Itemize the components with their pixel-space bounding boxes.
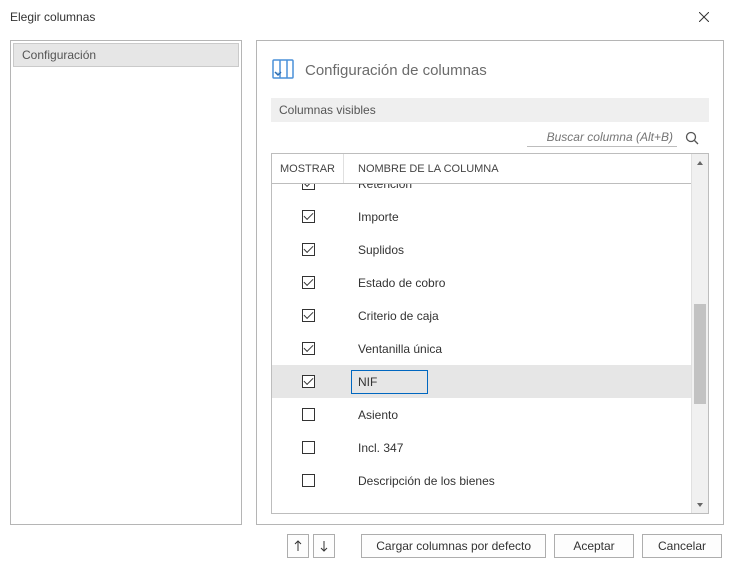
visibility-checkbox[interactable] <box>302 243 315 256</box>
visibility-checkbox[interactable] <box>302 210 315 223</box>
ok-button[interactable]: Aceptar <box>554 534 634 558</box>
col-header-name[interactable]: NOMBRE DE LA COLUMNA <box>344 154 691 183</box>
sidebar-item-configuracion[interactable]: Configuración <box>13 43 239 67</box>
column-name-label: Asiento <box>358 408 398 422</box>
load-defaults-button[interactable]: Cargar columnas por defecto <box>361 534 546 558</box>
cell-show <box>272 474 344 487</box>
reorder-buttons <box>287 534 335 558</box>
search-icon[interactable] <box>683 129 701 147</box>
cell-show <box>272 276 344 289</box>
search-row <box>271 128 709 147</box>
cell-name: NIF <box>344 370 691 394</box>
scroll-thumb[interactable] <box>694 304 706 404</box>
cancel-button[interactable]: Cancelar <box>642 534 722 558</box>
cell-name: Ventanilla única <box>344 342 691 356</box>
table-header: MOSTRAR NOMBRE DE LA COLUMNA <box>272 154 691 184</box>
column-name-label: Descripción de los bienes <box>358 474 495 488</box>
titlebar: Elegir columnas <box>0 0 734 34</box>
search-input[interactable] <box>527 128 677 147</box>
column-name-label: Incl. 347 <box>358 441 403 455</box>
visibility-checkbox[interactable] <box>302 184 315 190</box>
table-row[interactable]: Ventanilla única <box>272 332 691 365</box>
cell-show <box>272 243 344 256</box>
cell-name: Suplidos <box>344 243 691 257</box>
visibility-checkbox[interactable] <box>302 474 315 487</box>
close-icon <box>699 12 709 22</box>
visibility-checkbox[interactable] <box>302 375 315 388</box>
footer: Cargar columnas por defecto Aceptar Canc… <box>0 525 734 567</box>
columns-table: MOSTRAR NOMBRE DE LA COLUMNA Retención Im… <box>271 153 709 514</box>
visibility-checkbox[interactable] <box>302 309 315 322</box>
cell-show <box>272 184 344 200</box>
panel-header: Configuración de columnas <box>271 57 709 84</box>
cell-name: Asiento <box>344 408 691 422</box>
body: Configuración Configuración de columnas … <box>0 34 734 525</box>
table-row[interactable]: NIF <box>272 365 691 398</box>
column-name-label: Criterio de caja <box>358 309 439 323</box>
move-down-button[interactable] <box>313 534 335 558</box>
cell-name: Retención <box>344 184 691 200</box>
cell-name: Importe <box>344 210 691 224</box>
column-name-label: Retención <box>358 184 412 191</box>
cell-show <box>272 408 344 421</box>
cell-name: Incl. 347 <box>344 441 691 455</box>
table-row[interactable]: Incl. 347 <box>272 431 691 464</box>
columns-icon <box>271 57 295 84</box>
cell-name: Estado de cobro <box>344 276 691 290</box>
sidebar-item-label: Configuración <box>22 48 96 62</box>
scroll-up-arrow[interactable] <box>692 154 708 171</box>
cell-show <box>272 210 344 223</box>
table-row[interactable]: Estado de cobro <box>272 266 691 299</box>
window-title: Elegir columnas <box>10 10 684 24</box>
table-row[interactable]: Retención <box>272 184 691 200</box>
column-name-label: Ventanilla única <box>358 342 442 356</box>
visibility-checkbox[interactable] <box>302 276 315 289</box>
dialog-window: Elegir columnas Configuración <box>0 0 734 567</box>
column-name-label: Estado de cobro <box>358 276 445 290</box>
main-panel: Configuración de columnas Columnas visib… <box>256 40 724 525</box>
table-content: MOSTRAR NOMBRE DE LA COLUMNA Retención Im… <box>272 154 691 513</box>
table-row[interactable]: Criterio de caja <box>272 299 691 332</box>
table-row[interactable]: Descripción de los bienes <box>272 464 691 497</box>
cell-show <box>272 441 344 454</box>
column-name-label: NIF <box>351 370 428 394</box>
table-row[interactable]: Importe <box>272 200 691 233</box>
cell-show <box>272 375 344 388</box>
arrow-up-icon <box>294 540 302 552</box>
visibility-checkbox[interactable] <box>302 342 315 355</box>
table-body: Retención Importe Suplidos Estado de cobro C… <box>272 184 691 513</box>
col-header-show[interactable]: MOSTRAR <box>272 154 344 183</box>
visibility-checkbox[interactable] <box>302 408 315 421</box>
column-name-label: Importe <box>358 210 399 224</box>
visibility-checkbox[interactable] <box>302 441 315 454</box>
table-row[interactable]: Suplidos <box>272 233 691 266</box>
cell-name: Descripción de los bienes <box>344 474 691 488</box>
arrow-down-icon <box>320 540 328 552</box>
close-button[interactable] <box>684 2 724 32</box>
panel-title: Configuración de columnas <box>305 62 487 79</box>
cell-show <box>272 342 344 355</box>
table-row[interactable]: Asiento <box>272 398 691 431</box>
column-name-label: Suplidos <box>358 243 404 257</box>
cell-name: Criterio de caja <box>344 309 691 323</box>
cell-show <box>272 309 344 322</box>
subsection-label: Columnas visibles <box>271 98 709 122</box>
vertical-scrollbar[interactable] <box>691 154 708 513</box>
scroll-down-arrow[interactable] <box>692 496 708 513</box>
move-up-button[interactable] <box>287 534 309 558</box>
sidebar: Configuración <box>10 40 242 525</box>
